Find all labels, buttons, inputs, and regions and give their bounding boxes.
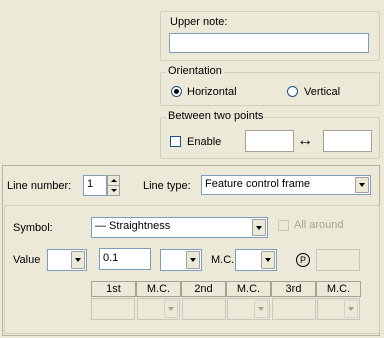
all-around-label[interactable]: All around [294, 218, 344, 232]
value-mc-label: M.C. [211, 254, 235, 266]
line-number-down-button[interactable] [107, 185, 120, 196]
symbol-dropdown-button[interactable] [252, 219, 266, 236]
orientation-vertical-radio[interactable] [287, 86, 298, 97]
chevron-down-icon [348, 307, 354, 311]
datum-3rd-mc-dropdown-button[interactable] [344, 300, 358, 318]
orientation-vertical-label[interactable]: Vertical [304, 85, 340, 99]
datum-1st-input[interactable] [91, 298, 135, 320]
datum-1st-mc-select[interactable] [137, 298, 180, 320]
datum-3rd-mc-header: M.C. [316, 281, 361, 297]
datum-2nd-mc-select[interactable] [227, 298, 270, 320]
upper-note-label: Upper note: [170, 16, 228, 28]
between-left-input[interactable] [245, 130, 294, 152]
orientation-label: Orientation [166, 65, 224, 78]
datum-2nd-mc-dropdown-button[interactable] [254, 300, 268, 318]
value-prefix-dropdown-button[interactable] [71, 251, 85, 269]
chevron-down-icon [190, 258, 196, 262]
between-two-points-label: Between two points [166, 110, 266, 123]
datum-1st-header: 1st [91, 281, 136, 297]
datum-1st-mc-dropdown-button[interactable] [164, 300, 178, 318]
datum-2nd-mc-header: M.C. [226, 281, 271, 297]
projected-tolerance-icon[interactable]: P [296, 253, 310, 267]
value-input[interactable]: 0.1 [99, 248, 151, 270]
value-label: Value [13, 254, 41, 266]
chevron-down-icon [168, 307, 174, 311]
orientation-horizontal-radio[interactable] [171, 86, 182, 97]
line-number-input[interactable]: 1 [83, 175, 107, 196]
datum-3rd-mc-select[interactable] [317, 298, 360, 320]
datum-2nd-input[interactable] [182, 298, 226, 320]
line-type-label: Line type: [143, 180, 191, 192]
chevron-down-icon [256, 225, 262, 230]
value-modifier-select[interactable] [160, 249, 202, 271]
chevron-down-icon [75, 258, 81, 262]
symbol-select[interactable]: — Straightness [91, 217, 268, 238]
chevron-down-icon [359, 183, 365, 187]
between-right-input[interactable] [323, 130, 372, 152]
enable-label[interactable]: Enable [187, 135, 221, 149]
spin-down-icon [110, 189, 117, 192]
chevron-down-icon [258, 307, 264, 311]
radio-selected-dot [174, 89, 179, 94]
line-type-dropdown-button[interactable] [355, 177, 369, 193]
chevron-down-icon [265, 258, 271, 262]
orientation-horizontal-label[interactable]: Horizontal [187, 85, 237, 99]
datum-3rd-header: 3rd [271, 281, 316, 297]
value-prefix-select[interactable] [47, 249, 87, 271]
datum-3rd-input[interactable] [272, 298, 316, 320]
symbol-label: Symbol: [13, 222, 53, 234]
value-mc-select[interactable] [235, 249, 277, 271]
line-type-value: Feature control frame [205, 178, 311, 190]
datum-1st-mc-header: M.C. [136, 281, 181, 297]
value-modifier-dropdown-button[interactable] [186, 251, 200, 269]
symbol-value: — Straightness [95, 220, 171, 232]
projected-tolerance-input[interactable] [316, 249, 360, 271]
value-mc-dropdown-button[interactable] [261, 251, 275, 269]
datum-2nd-header: 2nd [181, 281, 226, 297]
enable-checkbox[interactable] [170, 136, 181, 147]
upper-note-input[interactable] [169, 33, 369, 53]
line-type-select[interactable]: Feature control frame [201, 175, 371, 195]
all-around-checkbox[interactable] [278, 220, 289, 231]
line-number-label: Line number: [7, 180, 72, 192]
double-arrow-icon: ↔ [297, 132, 313, 149]
spin-up-icon [110, 179, 117, 182]
